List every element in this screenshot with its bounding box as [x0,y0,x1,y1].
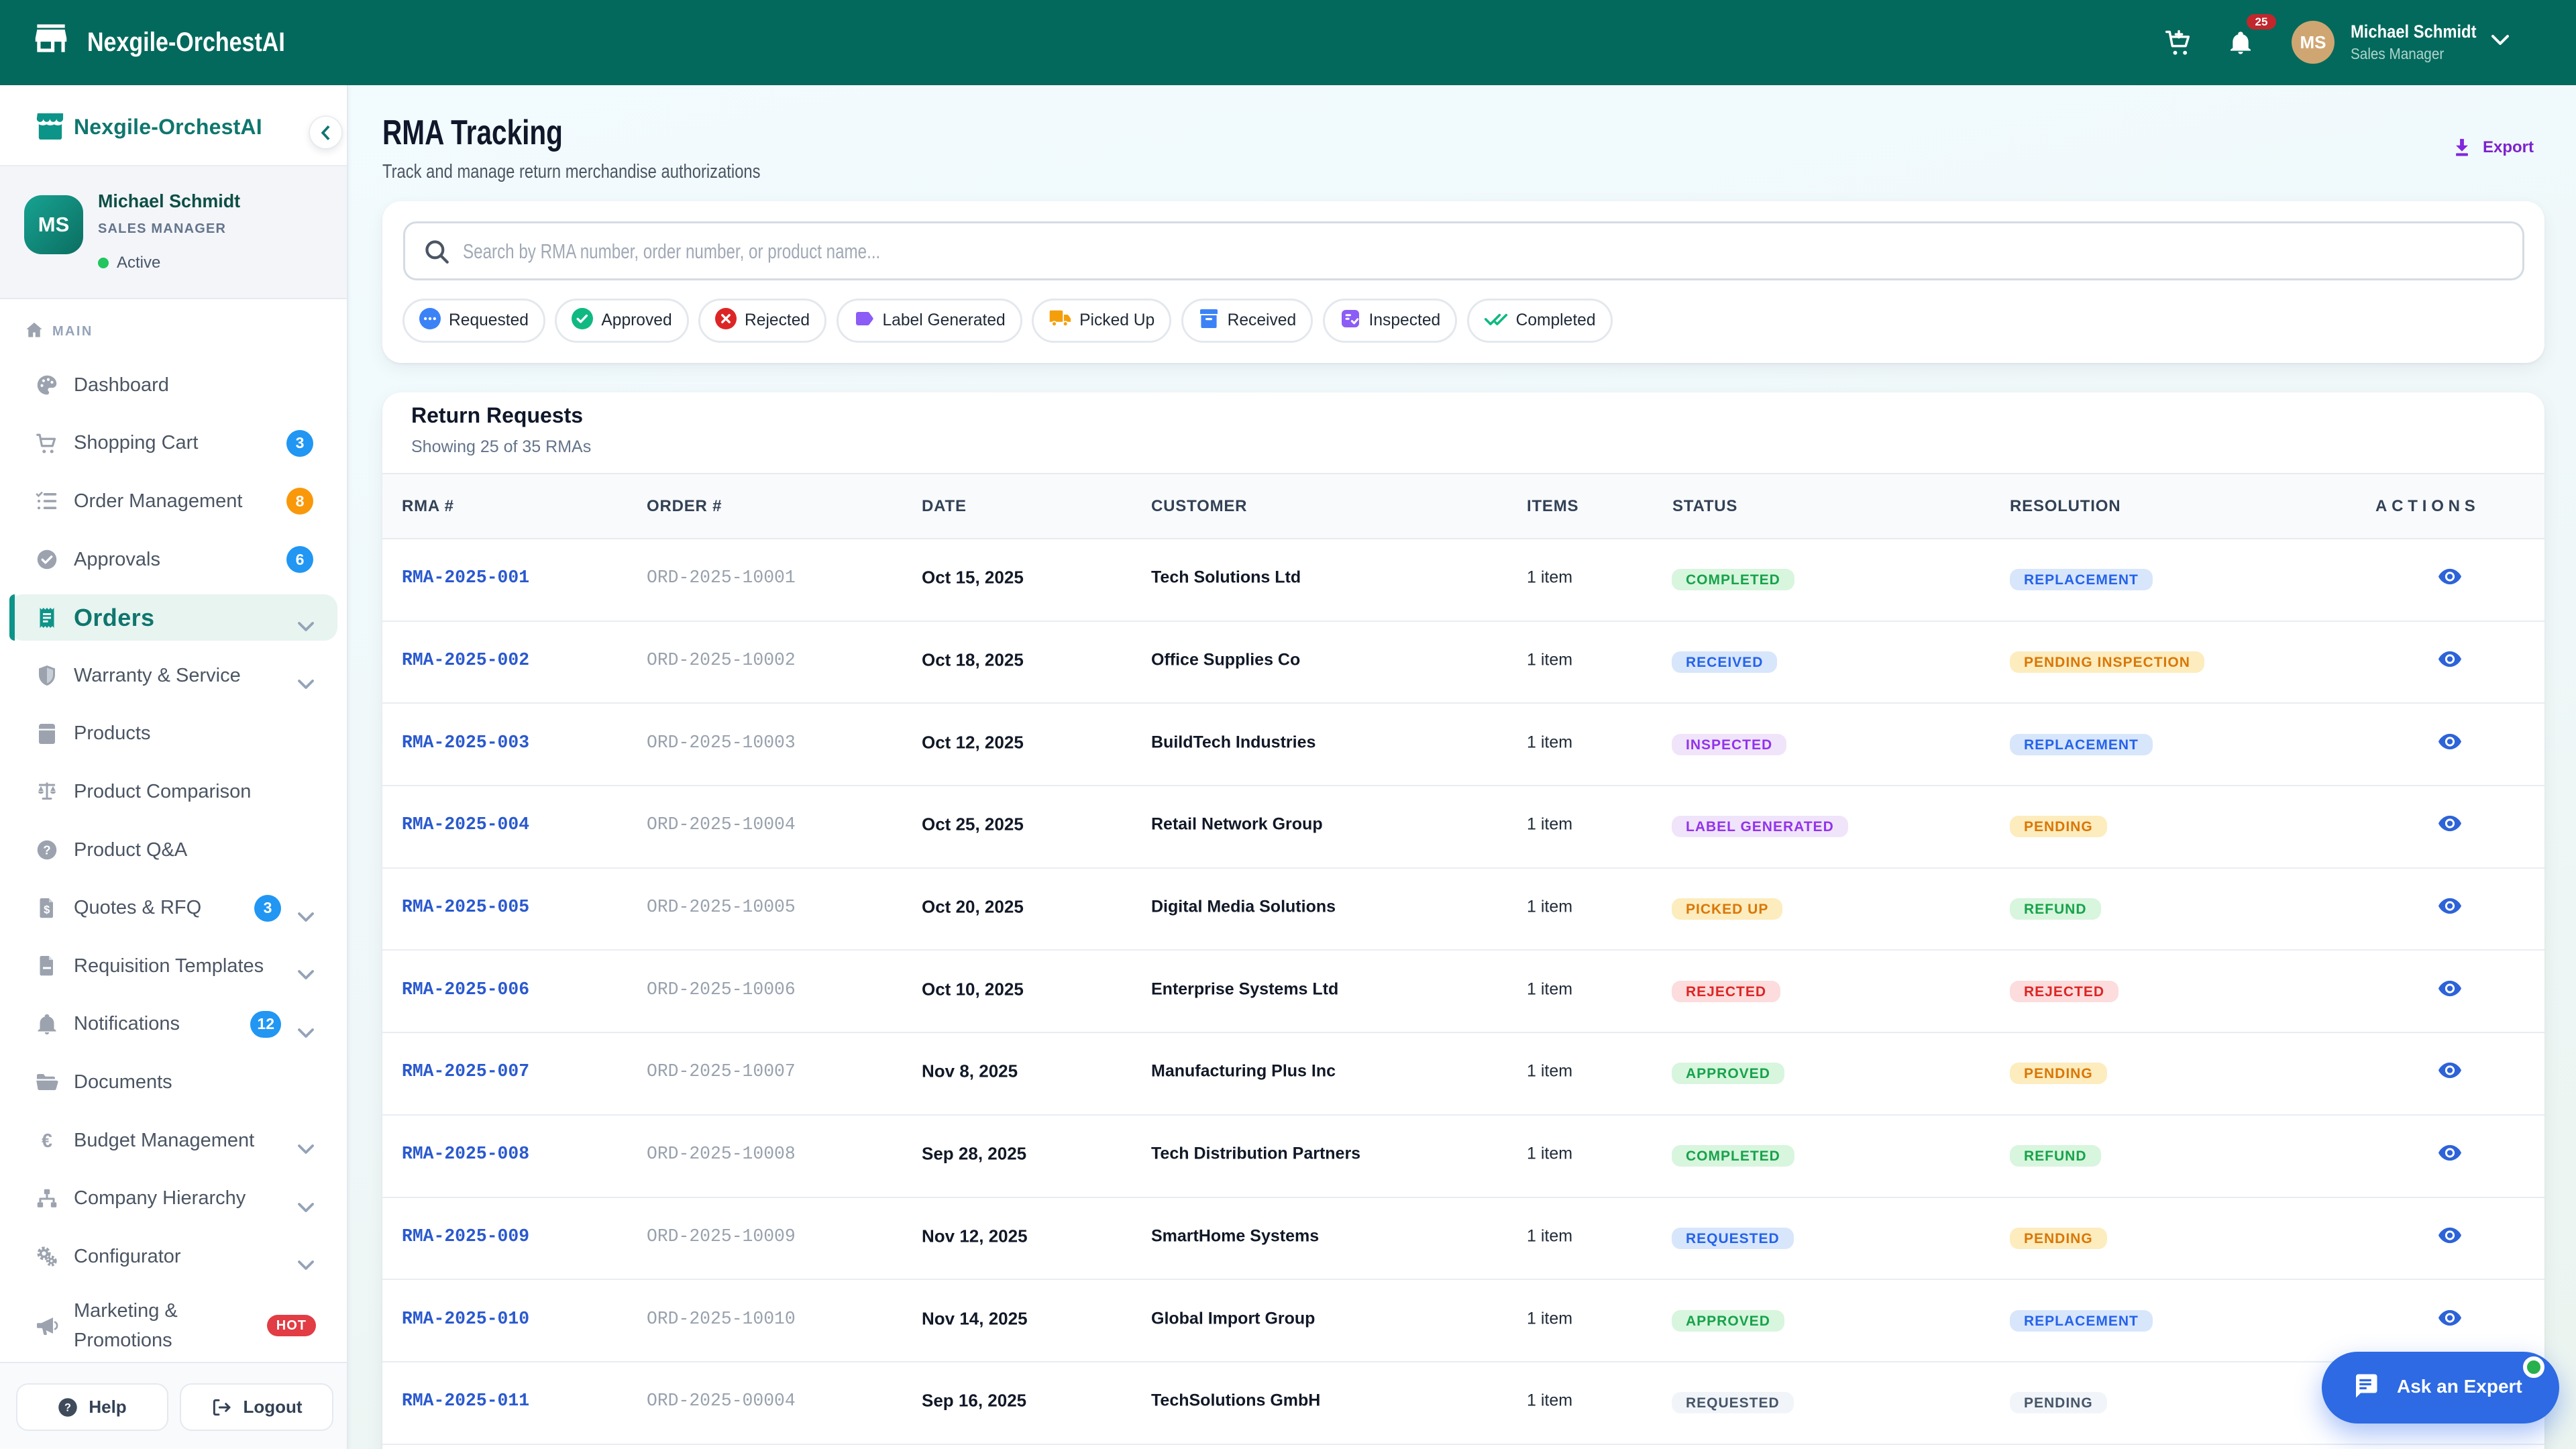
svg-text:?: ? [64,1401,71,1413]
svg-text:$: $ [44,904,50,916]
svg-text:?: ? [43,843,50,857]
svg-text:€: € [42,1130,52,1152]
